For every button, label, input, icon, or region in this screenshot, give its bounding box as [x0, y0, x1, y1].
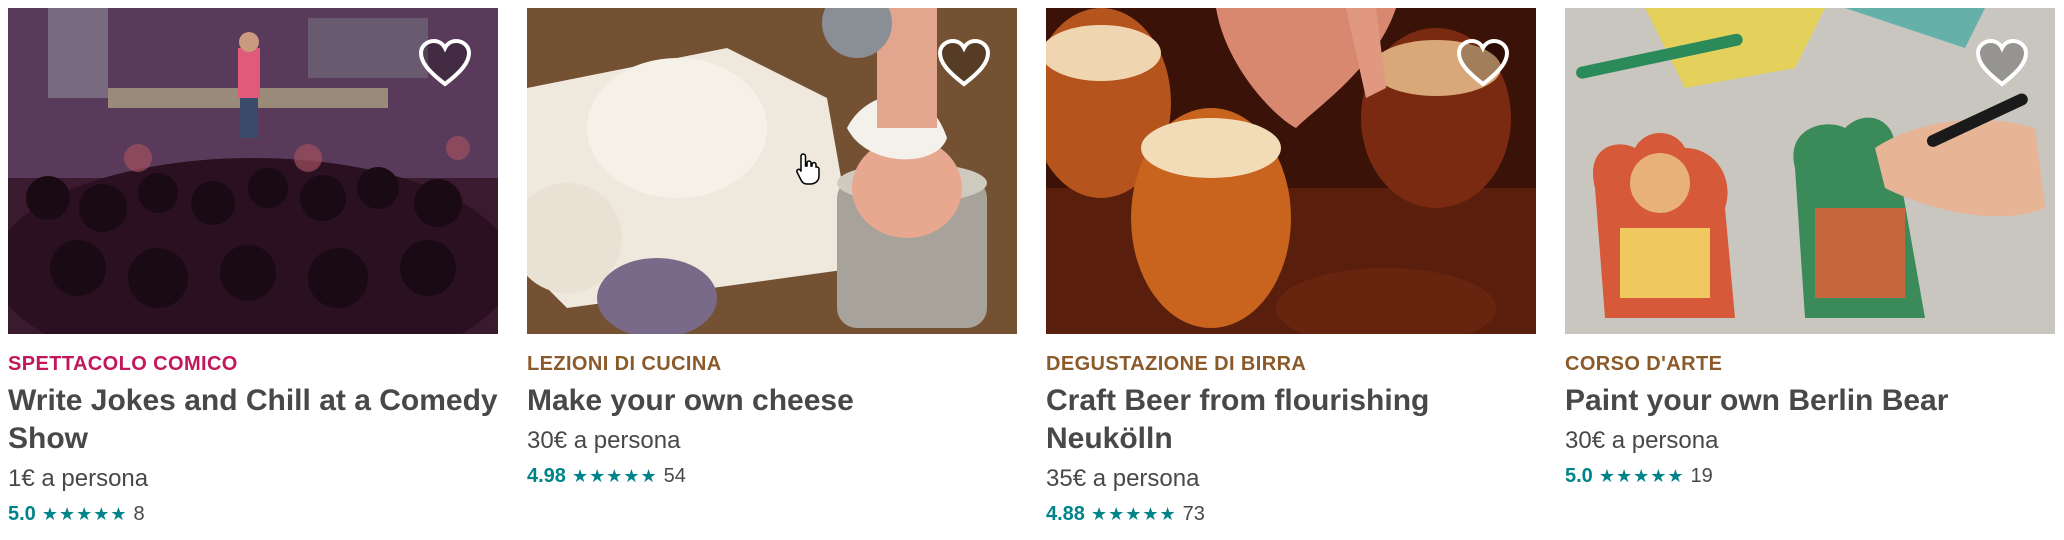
heart-outline-icon	[937, 38, 991, 87]
experience-rating: 4.98 ★★★★★ 54	[527, 462, 1017, 490]
heart-outline-icon	[418, 38, 472, 87]
experience-price: 1€ a persona	[8, 465, 149, 492]
experience-card-comedy[interactable]: SPETTACOLO COMICO Write Jokes and Chill …	[8, 8, 498, 528]
review-count: 54	[663, 465, 686, 487]
rating-score: 4.88	[1046, 503, 1085, 525]
experience-price: 35€ a persona	[1046, 465, 1200, 492]
experience-title[interactable]: Craft Beer from flourishing Neukölln	[1046, 382, 1536, 458]
rating-stars-icon: ★★★★★	[41, 504, 128, 524]
favorite-button[interactable]	[418, 38, 472, 88]
experience-photo-comedy-show[interactable]	[8, 8, 498, 334]
rating-stars-icon: ★★★★★	[1090, 504, 1177, 524]
experience-photo-berlin-bear[interactable]	[1565, 8, 2055, 334]
experience-title[interactable]: Make your own cheese	[527, 382, 1017, 420]
hand-pointer-cursor-icon	[796, 153, 820, 185]
experience-category: CORSO D'ARTE	[1565, 353, 1723, 375]
experience-cards-row: SPETTACOLO COMICO Write Jokes and Chill …	[0, 0, 2064, 540]
experience-rating: 5.0 ★★★★★ 8	[8, 500, 498, 528]
favorite-button[interactable]	[1456, 38, 1510, 88]
favorite-button[interactable]	[1975, 38, 2029, 88]
experience-card-beer[interactable]: DEGUSTAZIONE DI BIRRA Craft Beer from fl…	[1046, 8, 1536, 528]
experience-category: LEZIONI DI CUCINA	[527, 353, 722, 375]
rating-stars-icon: ★★★★★	[1598, 466, 1685, 486]
review-count: 8	[133, 503, 145, 525]
experience-photo-cheese[interactable]	[527, 8, 1017, 334]
experience-card-art[interactable]: CORSO D'ARTE Paint your own Berlin Bear …	[1565, 8, 2055, 490]
experience-category: DEGUSTAZIONE DI BIRRA	[1046, 353, 1307, 375]
experience-price: 30€ a persona	[1565, 427, 1719, 454]
experience-rating: 5.0 ★★★★★ 19	[1565, 462, 2055, 490]
heart-outline-icon	[1975, 38, 2029, 87]
rating-stars-icon: ★★★★★	[571, 466, 658, 486]
heart-outline-icon	[1456, 38, 1510, 87]
review-count: 73	[1182, 503, 1205, 525]
experience-photo-beer[interactable]	[1046, 8, 1536, 334]
experience-card-cheese[interactable]: LEZIONI DI CUCINA Make your own cheese 3…	[527, 8, 1017, 490]
rating-score: 5.0	[1565, 465, 1593, 487]
experience-rating: 4.88 ★★★★★ 73	[1046, 500, 1536, 528]
experience-price: 30€ a persona	[527, 427, 681, 454]
experience-title[interactable]: Paint your own Berlin Bear	[1565, 382, 2055, 420]
rating-score: 5.0	[8, 503, 36, 525]
review-count: 19	[1690, 465, 1713, 487]
experience-category: SPETTACOLO COMICO	[8, 353, 238, 375]
rating-score: 4.98	[527, 465, 566, 487]
favorite-button[interactable]	[937, 38, 991, 88]
experience-title[interactable]: Write Jokes and Chill at a Comedy Show	[8, 382, 498, 458]
